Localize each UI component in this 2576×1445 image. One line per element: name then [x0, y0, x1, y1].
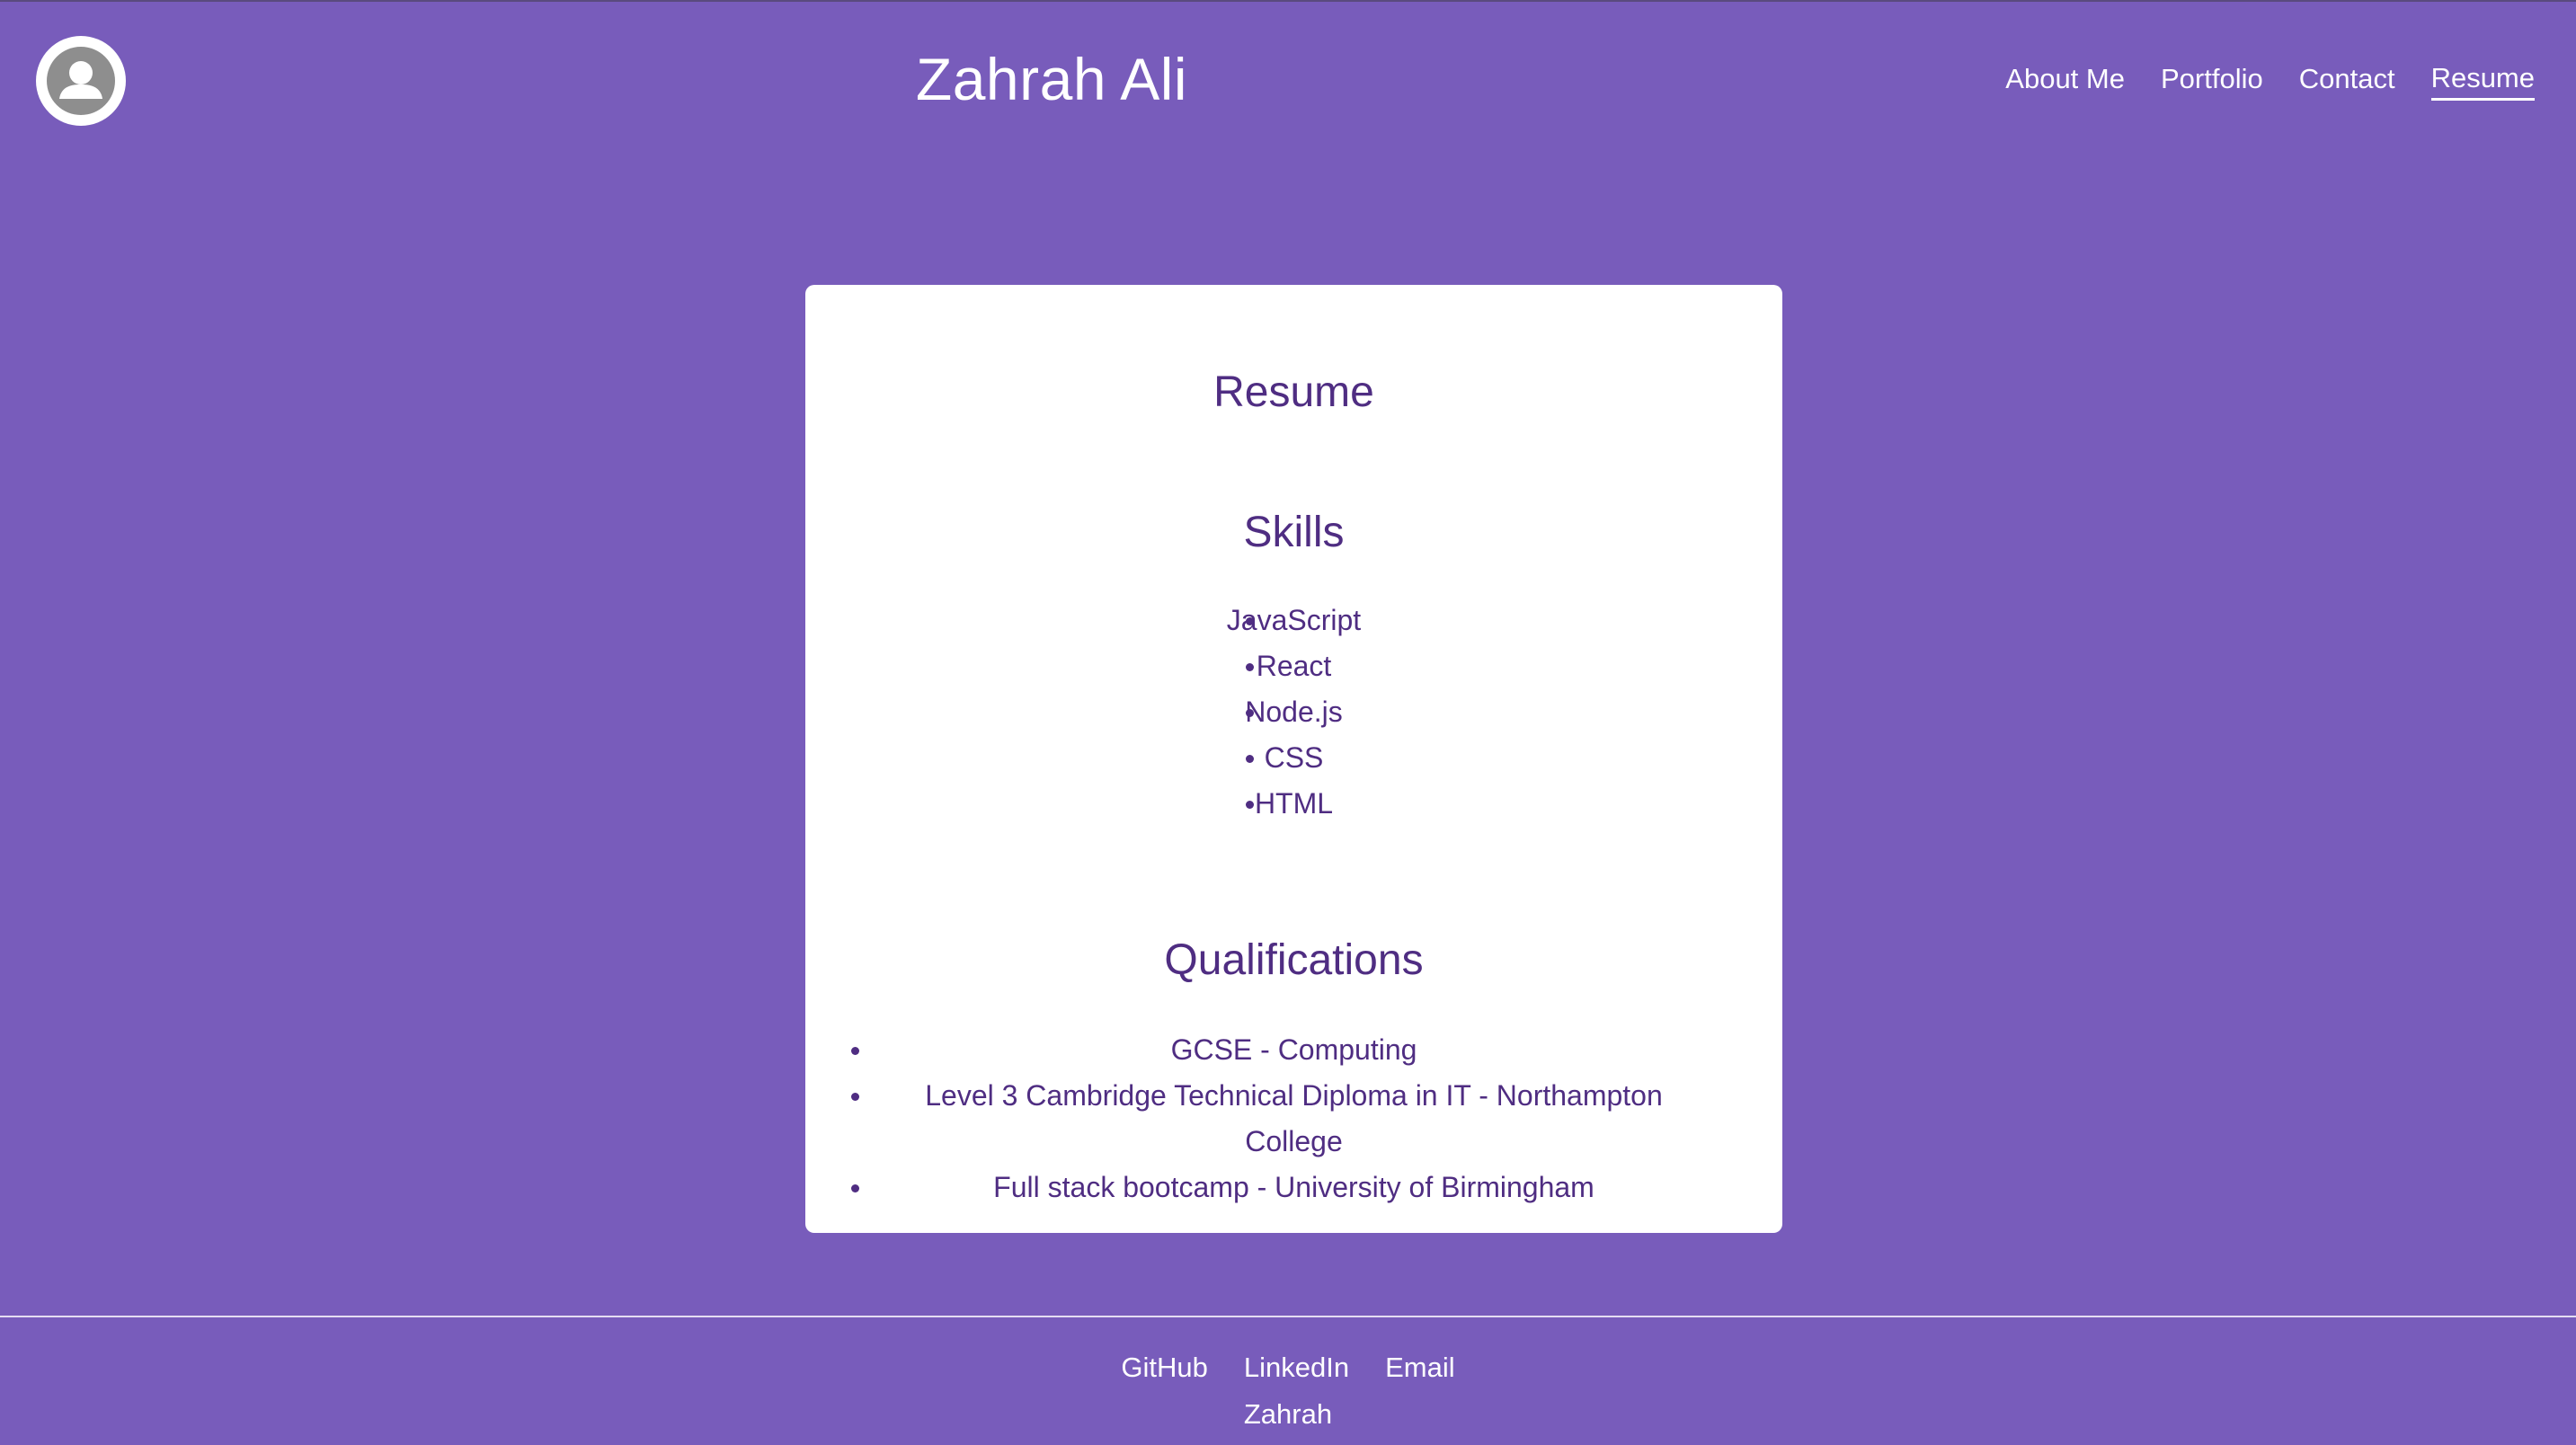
bullet-icon — [851, 1093, 859, 1101]
skills-list: JavaScript React Node.js CSS HTML — [805, 598, 1782, 827]
nav-contact[interactable]: Contact — [2299, 58, 2395, 101]
list-item: GCSE - Computing — [805, 1027, 1782, 1073]
bullet-icon — [851, 1047, 859, 1055]
qualification-label: GCSE - Computing — [1170, 1033, 1417, 1066]
user-avatar-icon — [47, 47, 115, 115]
bullet-icon — [1245, 663, 1254, 671]
footer-links: GitHub LinkedIn Email — [0, 1348, 2576, 1387]
skill-label: CSS — [1264, 741, 1324, 774]
list-item: HTML — [805, 781, 1782, 827]
site-header: Zahrah Ali About Me Portfolio Contact Re… — [0, 0, 2576, 162]
skills-heading: Skills — [1243, 509, 1345, 556]
qualification-label: Full stack bootcamp - University of Birm… — [993, 1171, 1594, 1203]
footer-link-email[interactable]: Email — [1385, 1348, 1455, 1387]
list-item: JavaScript — [805, 598, 1782, 643]
skill-label: Node.js — [1245, 696, 1343, 728]
qualification-label: Level 3 Cambridge Technical Diploma in I… — [925, 1079, 1663, 1157]
qualifications-heading: Qualifications — [1164, 936, 1424, 984]
skill-label: React — [1256, 650, 1332, 682]
bullet-icon — [1245, 617, 1254, 625]
site-title: Zahrah Ali — [915, 46, 1188, 112]
site-footer: GitHub LinkedIn Email Zahrah — [0, 1316, 2576, 1445]
nav-about-me[interactable]: About Me — [2005, 58, 2125, 101]
avatar[interactable] — [36, 36, 126, 126]
list-item: Full stack bootcamp - University of Birm… — [805, 1165, 1782, 1210]
list-item: Node.js — [805, 689, 1782, 735]
bullet-icon — [1245, 709, 1254, 717]
resume-heading: Resume — [1213, 368, 1374, 416]
skill-label: HTML — [1254, 787, 1334, 820]
resume-card: Resume Skills JavaScript React Node.js C… — [805, 285, 1782, 1233]
bullet-icon — [851, 1184, 859, 1192]
list-item: React — [805, 643, 1782, 689]
main-nav: About Me Portfolio Contact Resume — [2005, 58, 2535, 101]
footer-name: Zahrah — [1243, 1398, 1333, 1430]
footer-link-linkedin[interactable]: LinkedIn — [1244, 1348, 1349, 1387]
nav-portfolio[interactable]: Portfolio — [2161, 58, 2263, 101]
bullet-icon — [1245, 801, 1254, 809]
qualifications-list: GCSE - Computing Level 3 Cambridge Techn… — [805, 1027, 1782, 1210]
nav-resume[interactable]: Resume — [2430, 58, 2535, 101]
list-item: Level 3 Cambridge Technical Diploma in I… — [805, 1073, 1782, 1165]
bullet-icon — [1245, 755, 1254, 763]
footer-link-github[interactable]: GitHub — [1121, 1348, 1207, 1387]
list-item: CSS — [805, 735, 1782, 781]
